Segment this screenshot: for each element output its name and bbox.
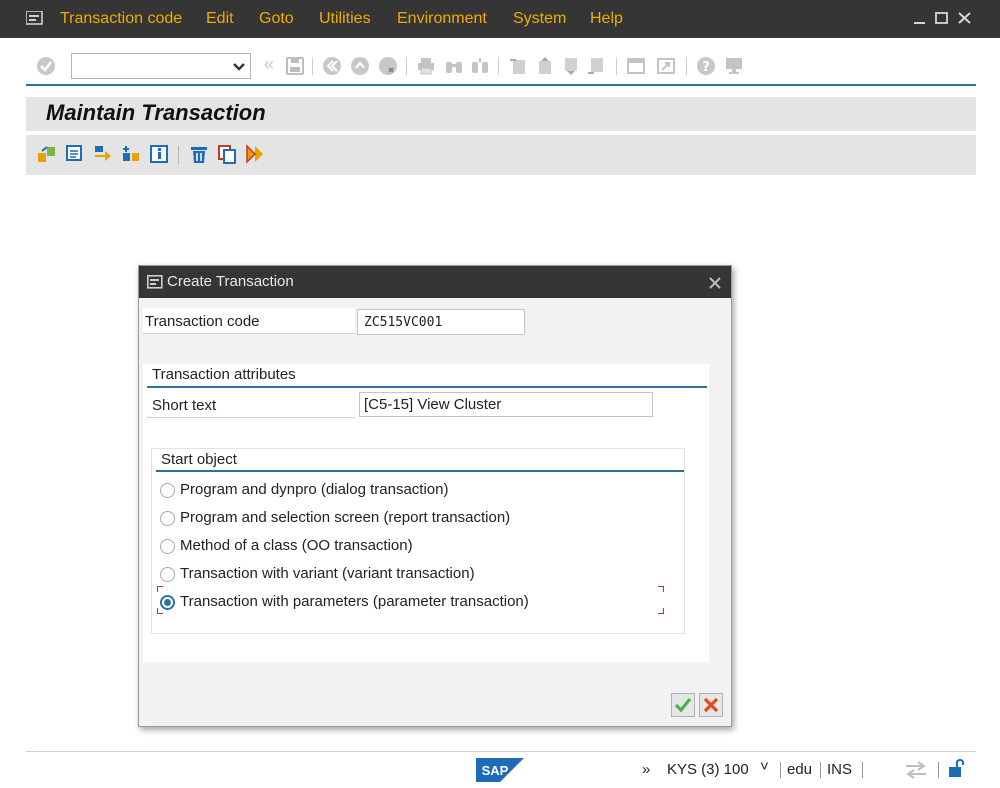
radio-parameter-transaction[interactable]: Transaction with parameters (parameter t… [160,591,660,615]
svg-text:?: ? [702,60,710,75]
insert-mode: INS [827,761,853,778]
radio-button[interactable] [160,567,175,582]
menu-utilities[interactable]: Utilities [319,10,371,28]
cancel-icon[interactable] [378,56,398,76]
menu-edit[interactable]: Edit [206,10,234,28]
find-icon[interactable] [444,56,464,76]
save-icon[interactable] [285,56,305,76]
transaction-code-field[interactable]: ZC515VC001 [357,309,525,335]
info-icon[interactable] [148,143,170,165]
expand-status-icon[interactable]: » [642,761,650,778]
focus-corner [658,586,664,592]
first-page-icon[interactable] [508,56,528,76]
transaction-code-label: Transaction code [145,313,260,330]
focus-corner [157,608,163,614]
radio-label: Transaction with variant (variant transa… [180,565,475,582]
dialog-title: Create Transaction [167,273,294,290]
menu-environment[interactable]: Environment [397,10,487,28]
short-text-label-cell: Short text [147,392,355,418]
cancel-button[interactable] [699,693,723,717]
host-name: edu [787,761,813,778]
menu-icon[interactable] [26,11,44,25]
help-icon[interactable]: ? [696,56,716,76]
last-page-icon[interactable] [586,56,606,76]
previous-page-icon[interactable] [534,56,554,76]
system-toolbar: « ? [26,44,976,86]
page-title: Maintain Transaction [46,100,266,125]
transaction-code-label-cell: Transaction code [143,308,355,334]
short-text-label: Short text [152,397,217,414]
maximize-icon[interactable] [935,12,949,24]
test-icon[interactable] [244,143,266,165]
change-icon[interactable] [92,143,114,165]
radio-oo-transaction[interactable]: Method of a class (OO transaction) [160,535,660,559]
back-icon[interactable] [322,56,342,76]
create-transaction-dialog: Create Transaction Transaction code ZC51… [138,265,732,727]
next-page-icon[interactable] [560,56,580,76]
group-divider [156,470,684,472]
delete-icon[interactable] [188,143,210,165]
radio-label: Method of a class (OO transaction) [180,537,413,554]
title-bar: Maintain Transaction [26,97,976,131]
print-icon[interactable] [416,56,436,76]
svg-text:SAP: SAP [482,763,509,778]
group-divider [147,386,707,388]
transaction-attributes-title: Transaction attributes [152,366,296,383]
start-object-group: Start object Program and dynpro (dialog … [151,448,685,634]
checkmark-icon [674,697,692,713]
radio-dialog-transaction[interactable]: Program and dynpro (dialog transaction) [160,479,660,503]
shortcut-icon[interactable] [656,56,676,76]
continue-button[interactable] [671,693,695,717]
focus-corner [658,608,664,614]
menu-help[interactable]: Help [590,10,623,28]
system-info: KYS (3) 100 [667,761,749,778]
lock-icon[interactable] [948,759,966,779]
radio-label: Transaction with parameters (parameter t… [180,593,529,610]
transaction-attributes-group: Transaction attributes Short text [C5-15… [143,364,709,662]
start-object-title: Start object [161,451,237,468]
dialog-header: Create Transaction [139,266,731,298]
command-field[interactable] [71,53,251,79]
menu-bar: Transaction code Edit Goto Utilities Env… [0,0,1000,38]
close-icon[interactable] [708,276,722,290]
dialog-menu-icon[interactable] [147,275,163,289]
close-icon[interactable] [958,12,972,24]
menu-system[interactable]: System [513,10,566,28]
application-toolbar [26,135,976,175]
radio-report-transaction[interactable]: Program and selection screen (report tra… [160,507,660,531]
new-session-icon[interactable] [626,56,646,76]
radio-button[interactable] [160,483,175,498]
radio-button[interactable] [160,539,175,554]
menu-transaction-code[interactable]: Transaction code [60,10,182,28]
enter-check-icon[interactable] [36,56,56,76]
minimize-icon[interactable] [913,13,927,25]
status-bar: SAP » KYS (3) 100 ˅ edu INS [26,751,976,788]
short-text-field[interactable]: [C5-15] View Cluster [359,392,653,417]
focus-corner [157,586,163,592]
radio-variant-transaction[interactable]: Transaction with variant (variant transa… [160,563,660,587]
find-next-icon[interactable] [470,56,490,76]
menu-goto[interactable]: Goto [259,10,294,28]
radio-label: Program and dynpro (dialog transaction) [180,481,449,498]
exit-icon[interactable] [350,56,370,76]
create-icon[interactable] [120,143,142,165]
radio-label: Program and selection screen (report tra… [180,509,511,526]
chevron-down-icon[interactable] [231,61,247,73]
cancel-x-icon [703,697,719,713]
sap-logo: SAP [476,758,524,782]
other-object-icon[interactable] [36,143,58,165]
radio-button[interactable] [160,511,175,526]
copy-icon[interactable] [216,143,238,165]
customize-layout-icon[interactable] [724,56,744,76]
display-icon[interactable] [64,143,86,165]
transfer-icon[interactable] [904,761,928,779]
double-chevron-icon: « [264,54,275,74]
chevron-down-icon[interactable]: ˅ [760,758,769,775]
